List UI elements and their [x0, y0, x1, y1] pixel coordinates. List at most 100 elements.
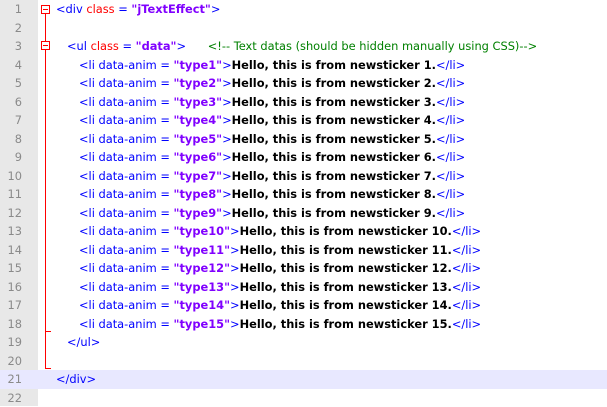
attribute-value: "type6" — [174, 150, 223, 164]
tag-open: <li — [79, 150, 99, 164]
line-number: 7 — [0, 111, 22, 130]
code-editor[interactable]: 1<div class = "jTextEffect">23<ul class … — [0, 0, 607, 406]
attribute-name: data-anim — [99, 113, 157, 127]
attribute-name: data-anim — [99, 150, 157, 164]
equals: = — [157, 280, 174, 294]
code-text: <li data-anim = "type7">Hello, this is f… — [79, 167, 465, 186]
list-item-text: Hello, this is from newsticker 15. — [240, 317, 452, 331]
attribute-value: "type4" — [174, 113, 223, 127]
code-line[interactable]: 17<li data-anim = "type14">Hello, this i… — [0, 296, 607, 315]
code-text: <li data-anim = "type12">Hello, this is … — [79, 259, 481, 278]
tag-close: > — [222, 76, 232, 90]
line-number: 5 — [0, 74, 22, 93]
code-line[interactable]: 8<li data-anim = "type5">Hello, this is … — [0, 130, 607, 149]
attribute-name: data-anim — [99, 243, 157, 257]
line-number: 13 — [0, 222, 22, 241]
attribute-value: "jTextEffect" — [131, 2, 210, 16]
code-line[interactable]: 4<li data-anim = "type1">Hello, this is … — [0, 56, 607, 75]
tag-close: > — [222, 132, 232, 146]
code-text: <li data-anim = "type4">Hello, this is f… — [79, 111, 465, 130]
code-line[interactable]: 18<li data-anim = "type15">Hello, this i… — [0, 315, 607, 334]
code-line[interactable]: 11<li data-anim = "type8">Hello, this is… — [0, 185, 607, 204]
attribute-value: "type15" — [174, 317, 230, 331]
tag-close: > — [230, 224, 240, 238]
code-line[interactable]: 7 <li data-anim = "type4">Hello, this is … — [0, 111, 607, 130]
code-line[interactable]: 6 <li data-anim = "type3">Hello, this is … — [0, 93, 607, 112]
tag-open: <ul — [67, 39, 91, 53]
code-line[interactable]: 10<li data-anim = "type7">Hello, this is… — [0, 167, 607, 186]
attribute-value: "type1" — [174, 58, 223, 72]
tag-close: > — [222, 58, 232, 72]
equals: = — [119, 39, 136, 53]
code-line[interactable]: 14<li data-anim = "type11">Hello, this i… — [0, 241, 607, 260]
tag-end: </li> — [436, 58, 465, 72]
equals: = — [157, 76, 174, 90]
list-item-text: Hello, this is from newsticker 12. — [240, 261, 452, 275]
tag-close: > — [176, 39, 186, 53]
code-line[interactable]: 22 — [0, 389, 607, 407]
attribute-value: "type13" — [174, 280, 230, 294]
attribute-name: data-anim — [99, 206, 157, 220]
code-line[interactable]: 5 <li data-anim = "type2">Hello, this is … — [0, 74, 607, 93]
equals: = — [157, 132, 174, 146]
tag-end: </li> — [452, 261, 481, 275]
line-number: 1 — [0, 0, 22, 19]
attribute-value: "data" — [136, 39, 177, 53]
attribute-name: data-anim — [99, 58, 157, 72]
tag-end: </li> — [436, 169, 465, 183]
equals: = — [157, 243, 174, 257]
attribute-name: data-anim — [99, 76, 157, 90]
attribute-name: data-anim — [99, 224, 157, 238]
tag-close: > — [222, 169, 232, 183]
code-text: <li data-anim = "type3">Hello, this is f… — [79, 93, 465, 112]
code-line[interactable]: 12<li data-anim = "type9">Hello, this is… — [0, 204, 607, 223]
code-line[interactable]: 1<div class = "jTextEffect"> — [0, 0, 607, 19]
list-item-text: Hello, this is from newsticker 7. — [232, 169, 436, 183]
tag-end: </li> — [436, 150, 465, 164]
code-line[interactable]: 19</ul> — [0, 333, 607, 352]
tag-close: > — [222, 150, 232, 164]
attribute-name: data-anim — [99, 298, 157, 312]
line-number: 6 — [0, 93, 22, 112]
tag-close: > — [211, 2, 221, 16]
line-number: 17 — [0, 296, 22, 315]
tag-end: </li> — [452, 317, 481, 331]
code-text: <li data-anim = "type5">Hello, this is f… — [79, 130, 465, 149]
list-item-text: Hello, this is from newsticker 14. — [240, 298, 452, 312]
tag-open: <li — [79, 169, 99, 183]
equals: = — [157, 261, 174, 275]
tag-end: </li> — [452, 298, 481, 312]
line-number: 16 — [0, 278, 22, 297]
tag-end: </li> — [436, 132, 465, 146]
code-text: <li data-anim = "type10">Hello, this is … — [79, 222, 481, 241]
equals: = — [157, 187, 174, 201]
tag-open: <li — [79, 280, 99, 294]
code-line[interactable]: 13 <li data-anim = "type10">Hello, this i… — [0, 222, 607, 241]
tag-open: <div — [56, 2, 86, 16]
code-line[interactable]: 2 — [0, 19, 607, 38]
tag-open: <li — [79, 113, 99, 127]
tag-end: </li> — [436, 76, 465, 90]
tag-open: <li — [79, 58, 99, 72]
tag-close: > — [222, 95, 232, 109]
attribute-value: "type9" — [174, 206, 223, 220]
code-line[interactable]: 15<li data-anim = "type12">Hello, this i… — [0, 259, 607, 278]
tag-open: <li — [79, 224, 99, 238]
list-item-text: Hello, this is from newsticker 13. — [240, 280, 452, 294]
code-line[interactable]: 21</div> — [0, 370, 607, 389]
attribute-value: "type5" — [174, 132, 223, 146]
tag-close: > — [230, 261, 240, 275]
equals: = — [157, 95, 174, 109]
equals: = — [157, 298, 174, 312]
equals: = — [157, 113, 174, 127]
tag-end: </li> — [436, 113, 465, 127]
tag-close: > — [230, 317, 240, 331]
tag-close: > — [230, 280, 240, 294]
code-line[interactable]: 16<li data-anim = "type13">Hello, this i… — [0, 278, 607, 297]
attribute-name: data-anim — [99, 95, 157, 109]
code-line[interactable]: 9<li data-anim = "type6">Hello, this is … — [0, 148, 607, 167]
code-text: <li data-anim = "type2">Hello, this is f… — [79, 74, 465, 93]
equals: = — [115, 2, 132, 16]
code-line[interactable]: 20 — [0, 352, 607, 371]
code-line[interactable]: 3<ul class = "data"> <!-- Text datas (sh… — [0, 37, 607, 56]
